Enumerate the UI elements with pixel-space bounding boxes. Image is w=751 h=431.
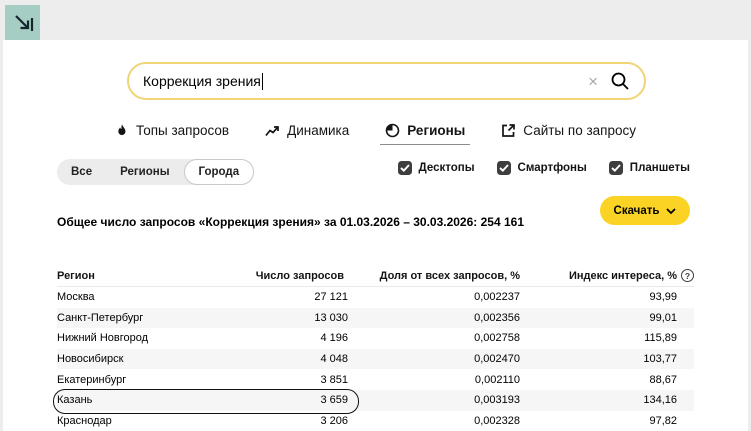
region-cell: Новосибирск bbox=[57, 353, 291, 365]
column-header-count[interactable]: Число запросов bbox=[291, 270, 348, 282]
screenshot-arrow-icon[interactable] bbox=[5, 5, 40, 40]
column-header-label: Индекс интереса, % bbox=[569, 270, 677, 282]
region-cell: Краснодар bbox=[57, 415, 291, 427]
tab-dynamics[interactable]: Динамика bbox=[260, 120, 354, 144]
checkbox-checked-icon bbox=[497, 161, 511, 175]
share-cell: 0,002328 bbox=[348, 415, 520, 427]
chevron-down-icon bbox=[666, 208, 676, 214]
table-row[interactable]: Новосибирск 4 048 0,002470 103,77 bbox=[57, 349, 694, 370]
table-row[interactable]: Санкт-Петербург 13 030 0,002356 99,01 bbox=[57, 308, 694, 329]
share-cell: 0,002110 bbox=[348, 374, 520, 386]
share-cell: 0,002470 bbox=[348, 353, 520, 365]
count-cell: 3 206 bbox=[291, 415, 348, 427]
segment-cities[interactable]: Города bbox=[184, 159, 255, 185]
table-row[interactable]: Нижний Новгород 4 196 0,002758 115,89 bbox=[57, 328, 694, 349]
table-row[interactable]: Екатеринбург 3 851 0,002110 88,67 bbox=[57, 369, 694, 390]
download-button[interactable]: Скачать bbox=[600, 196, 690, 225]
tab-label: Сайты по запросу bbox=[523, 123, 636, 138]
column-header-share: Доля от всех запросов, % bbox=[348, 270, 520, 282]
globe-icon bbox=[385, 123, 400, 138]
checkbox-label: Планшеты bbox=[630, 162, 690, 174]
tab-label: Регионы bbox=[407, 123, 465, 138]
index-cell: 103,77 bbox=[520, 353, 694, 365]
index-cell: 134,16 bbox=[520, 394, 694, 406]
checkbox-tablets[interactable]: Планшеты bbox=[609, 161, 690, 175]
region-scope-control: Все Регионы Города bbox=[57, 159, 254, 185]
region-cell: Нижний Новгород bbox=[57, 332, 291, 344]
table-rows: Москва 27 121 0,002237 93,99 Санкт-Петер… bbox=[57, 287, 694, 431]
share-cell: 0,002237 bbox=[348, 291, 520, 303]
checkbox-smartphones[interactable]: Смартфоны bbox=[497, 161, 587, 175]
index-cell: 97,82 bbox=[520, 415, 694, 427]
table-row[interactable]: Казань 3 659 0,003193 134,16 bbox=[57, 390, 694, 411]
device-filters: Десктопы Смартфоны Планшеты bbox=[398, 161, 690, 175]
wordstat-panel: Коррекция зрения × Топы запросов Динамик… bbox=[3, 40, 748, 431]
regions-table: Регион Число запросов Доля от всех запро… bbox=[57, 265, 694, 431]
checkbox-label: Смартфоны bbox=[518, 162, 587, 174]
table-row[interactable]: Краснодар 3 206 0,002328 97,82 bbox=[57, 411, 694, 431]
index-cell: 115,89 bbox=[520, 332, 694, 344]
column-header-index: Индекс интереса, % ? bbox=[520, 269, 694, 282]
tab-label: Топы запросов bbox=[136, 123, 229, 138]
help-icon[interactable]: ? bbox=[681, 269, 694, 282]
index-cell: 88,67 bbox=[520, 374, 694, 386]
region-cell: Екатеринбург bbox=[57, 374, 291, 386]
summary-text: Общее число запросов «Коррекция зрения» … bbox=[57, 215, 524, 229]
share-cell: 0,002758 bbox=[348, 332, 520, 344]
segment-all[interactable]: Все bbox=[57, 159, 106, 185]
index-cell: 99,01 bbox=[520, 312, 694, 324]
count-cell: 13 030 bbox=[291, 312, 348, 324]
checkbox-desktops[interactable]: Десктопы bbox=[398, 161, 475, 175]
count-cell: 3 659 bbox=[291, 394, 348, 406]
table-header: Регион Число запросов Доля от всех запро… bbox=[57, 265, 694, 287]
tab-top-queries[interactable]: Топы запросов bbox=[110, 120, 234, 144]
download-label: Скачать bbox=[614, 205, 660, 217]
search-icon[interactable] bbox=[610, 71, 630, 91]
search-box[interactable]: Коррекция зрения × bbox=[127, 62, 646, 100]
region-cell: Москва bbox=[57, 291, 291, 303]
text-cursor bbox=[262, 73, 264, 90]
external-link-icon bbox=[501, 123, 516, 138]
tab-sites-by-query[interactable]: Сайты по запросу bbox=[496, 120, 641, 144]
arrow-down-right-icon bbox=[11, 11, 35, 35]
clear-icon[interactable]: × bbox=[582, 73, 604, 90]
share-cell: 0,003193 bbox=[348, 394, 520, 406]
table-row[interactable]: Москва 27 121 0,002237 93,99 bbox=[57, 287, 694, 308]
count-cell: 27 121 bbox=[291, 291, 348, 303]
search-input[interactable]: Коррекция зрения bbox=[143, 73, 261, 89]
checkbox-label: Десктопы bbox=[419, 162, 475, 174]
tab-regions[interactable]: Регионы bbox=[380, 120, 470, 145]
segment-regions[interactable]: Регионы bbox=[106, 159, 183, 185]
region-cell: Санкт-Петербург bbox=[57, 312, 291, 324]
tab-label: Динамика bbox=[287, 123, 349, 138]
checkbox-checked-icon bbox=[609, 161, 623, 175]
column-header-label: Число запросов bbox=[256, 270, 344, 282]
share-cell: 0,002356 bbox=[348, 312, 520, 324]
count-cell: 4 196 bbox=[291, 332, 348, 344]
count-cell: 4 048 bbox=[291, 353, 348, 365]
checkbox-checked-icon bbox=[398, 161, 412, 175]
region-cell: Казань bbox=[57, 394, 291, 406]
trend-up-icon bbox=[265, 124, 280, 138]
count-cell: 3 851 bbox=[291, 374, 348, 386]
flame-icon bbox=[115, 123, 129, 138]
index-cell: 93,99 bbox=[520, 291, 694, 303]
tabs: Топы запросов Динамика Регионы Сайты по … bbox=[3, 120, 748, 150]
